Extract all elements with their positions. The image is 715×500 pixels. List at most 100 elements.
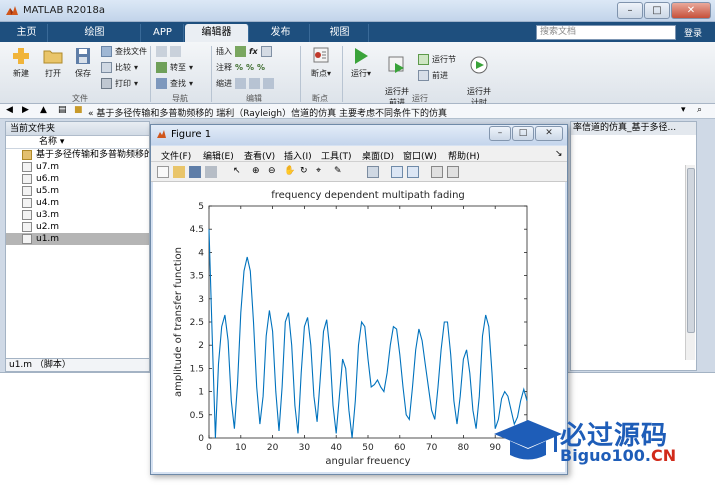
colorbar-icon[interactable]	[391, 166, 403, 178]
m-file-icon	[22, 174, 32, 184]
data-cursor-icon[interactable]: ⌖	[316, 166, 328, 178]
minimize-button[interactable]: –	[617, 2, 643, 19]
file-item[interactable]: u5.m	[6, 185, 149, 197]
new-button[interactable]: 新建	[6, 46, 36, 79]
zoom-in-icon[interactable]: ⊕	[252, 166, 264, 178]
figure-maximize-button[interactable]: □	[512, 126, 534, 141]
search-input[interactable]: 搜索文档	[536, 25, 676, 40]
folder-icon: ■	[74, 105, 83, 115]
name-column-header[interactable]: 名称 ▾	[6, 136, 149, 149]
menu-file[interactable]: 文件(F)	[161, 149, 191, 162]
insert-button[interactable]: 插入 fx	[216, 46, 272, 57]
login-link[interactable]: 登录	[684, 26, 702, 39]
file-item[interactable]: u7.m	[6, 161, 149, 173]
window-title: MATLAB R2018a	[23, 5, 106, 16]
editor-scrollbar[interactable]	[685, 165, 695, 360]
tab-plots[interactable]: 绘图	[49, 24, 141, 42]
save-disk-icon	[76, 48, 90, 64]
file-item[interactable]: u3.m	[6, 209, 149, 221]
editor-tab-title[interactable]: 率信道的仿真_基于多径...	[571, 122, 696, 135]
file-name: u1.m	[36, 234, 60, 244]
open-button[interactable]: 打开	[38, 46, 68, 79]
y-tick-label: 4	[198, 248, 204, 258]
advance-icon	[418, 70, 429, 81]
comment-button[interactable]: 注释 % % %	[216, 62, 265, 73]
figure-menu-bar: 文件(F) 编辑(E) 查看(V) 插入(I) 工具(T) 桌面(D) 窗口(W…	[151, 146, 567, 162]
forward-arrow-icon	[170, 46, 181, 57]
folder-item[interactable]: 基于多径传输和多普勒频移的	[6, 149, 149, 161]
hide-plot-tools-icon[interactable]	[431, 166, 443, 178]
compare-button[interactable]: 比较 ▾	[101, 62, 138, 73]
select-arrow-icon[interactable]: ↖	[233, 166, 245, 178]
show-plot-tools-icon[interactable]	[447, 166, 459, 178]
menu-tools[interactable]: 工具(T)	[321, 149, 352, 162]
legend-icon[interactable]	[407, 166, 419, 178]
print-button[interactable]: 打印 ▾	[101, 78, 138, 89]
file-item[interactable]: u6.m	[6, 173, 149, 185]
menu-window[interactable]: 窗口(W)	[403, 149, 437, 162]
find-icon	[156, 78, 167, 89]
open-file-icon[interactable]	[173, 166, 185, 178]
menu-edit[interactable]: 编辑(E)	[203, 149, 234, 162]
file-item[interactable]: u1.m	[6, 233, 149, 245]
menu-insert[interactable]: 插入(I)	[284, 149, 312, 162]
rotate-3d-icon[interactable]: ↻	[300, 166, 312, 178]
figure-close-button[interactable]: ✕	[535, 126, 563, 141]
menu-desktop[interactable]: 桌面(D)	[362, 149, 394, 162]
tab-publish[interactable]: 发布	[252, 24, 310, 42]
chevron-down-icon: ▾	[189, 63, 194, 72]
folder-icon	[22, 150, 32, 160]
run-section-button[interactable]: 运行节	[418, 54, 456, 65]
save-figure-icon[interactable]	[189, 166, 201, 178]
menu-help[interactable]: 帮助(H)	[448, 149, 480, 162]
pan-hand-icon[interactable]: ✋	[284, 166, 296, 178]
up-folder-icon[interactable]: ▲	[40, 105, 47, 115]
file-item[interactable]: u2.m	[6, 221, 149, 233]
file-name: 基于多径传输和多普勒频移的	[36, 150, 149, 160]
file-item[interactable]: u4.m	[6, 197, 149, 209]
goto-button[interactable]: 转至 ▾	[156, 62, 193, 73]
link-plot-icon[interactable]	[367, 166, 379, 178]
forward-arrow-icon[interactable]: ▶	[22, 105, 29, 115]
chevron-down-icon: ▾	[189, 79, 194, 88]
file-name: u5.m	[36, 186, 60, 196]
run-button[interactable]: 运行▾	[346, 46, 376, 79]
new-figure-icon[interactable]	[157, 166, 169, 178]
run-and-time-button[interactable]: 运行并 计时	[462, 46, 496, 108]
y-tick-label: 4.5	[190, 225, 204, 235]
tab-apps[interactable]: APP	[142, 24, 184, 42]
tab-home[interactable]: 主页	[6, 24, 48, 42]
back-arrow-icon[interactable]: ◀	[6, 105, 13, 115]
figure-minimize-button[interactable]: –	[489, 126, 511, 141]
current-folder-path[interactable]: « 基于多径传输和多普勒频移的 瑞利（Rayleigh）信道的仿真 主要考虑不同…	[88, 106, 447, 119]
chevron-down-icon: ▾	[134, 63, 139, 72]
tab-editor[interactable]: 编辑器	[185, 24, 249, 42]
x-tick-label: 30	[299, 443, 311, 453]
save-button[interactable]: 保存	[68, 46, 98, 79]
dock-arrow-icon[interactable]: ↘	[555, 149, 563, 159]
search-folder-icon[interactable]: ⌕	[697, 105, 702, 115]
zoom-out-icon[interactable]: ⊖	[268, 166, 280, 178]
breakpoints-button[interactable]: 断点▾	[306, 46, 336, 79]
axes-box	[208, 205, 528, 439]
run-section-icon	[418, 54, 429, 65]
maximize-button[interactable]: □	[644, 2, 670, 19]
close-button[interactable]: ✕	[671, 2, 711, 19]
browse-folder-icon[interactable]: ▤	[58, 105, 67, 115]
tab-view[interactable]: 视图	[311, 24, 369, 42]
watermark-domain: Biguo100.CN	[560, 446, 677, 465]
chevron-down-icon[interactable]: ▾	[681, 105, 686, 115]
indent-button[interactable]: 缩进	[216, 78, 274, 89]
print-figure-icon[interactable]	[205, 166, 217, 178]
find-button[interactable]: 查找 ▾	[156, 78, 193, 89]
find-files-button[interactable]: 查找文件	[101, 46, 147, 57]
scrollbar-thumb[interactable]	[687, 168, 695, 333]
nav-back-forward[interactable]	[156, 46, 181, 57]
y-tick-label: 1.5	[190, 364, 204, 374]
figure-toolbar: ↖ ⊕ ⊖ ✋ ↻ ⌖ ✎	[151, 162, 567, 182]
m-file-icon	[22, 222, 32, 232]
menu-view[interactable]: 查看(V)	[244, 149, 275, 162]
percent-icon: %	[235, 63, 244, 72]
brush-icon[interactable]: ✎	[334, 166, 346, 178]
advance-button[interactable]: 前进	[418, 70, 448, 81]
